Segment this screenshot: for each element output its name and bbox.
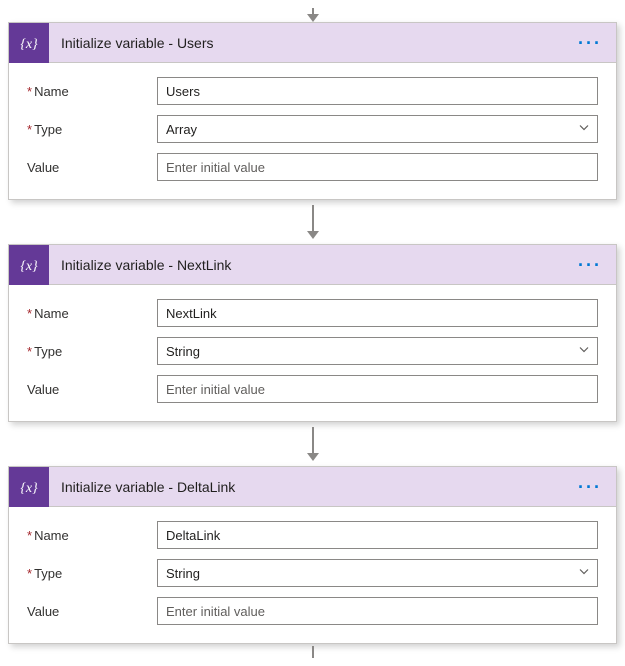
label-type: *Type [27, 344, 157, 359]
card-title: Initialize variable - DeltaLink [49, 479, 574, 495]
label-value: Value [27, 382, 157, 397]
type-select[interactable] [157, 337, 598, 365]
svg-text:{x}: {x} [20, 259, 38, 274]
value-input[interactable] [157, 597, 598, 625]
card-menu-button[interactable]: ··· [574, 474, 606, 500]
label-value: Value [27, 160, 157, 175]
label-type: *Type [27, 566, 157, 581]
card-body: *Name *Type Value [9, 285, 616, 421]
variable-icon: {x} [9, 467, 49, 507]
action-card-users: {x} Initialize variable - Users ··· *Nam… [8, 22, 617, 200]
connector-incoming [8, 8, 617, 22]
value-input[interactable] [157, 375, 598, 403]
variable-icon: {x} [9, 245, 49, 285]
label-name: *Name [27, 84, 157, 99]
svg-text:{x}: {x} [20, 37, 38, 52]
card-menu-button[interactable]: ··· [574, 252, 606, 278]
type-select[interactable] [157, 559, 598, 587]
card-header[interactable]: {x} Initialize variable - DeltaLink ··· [9, 467, 616, 507]
label-value: Value [27, 604, 157, 619]
variable-icon: {x} [9, 23, 49, 63]
card-body: *Name *Type Value [9, 507, 616, 643]
connector-arrow [8, 422, 617, 466]
card-body: *Name *Type Value [9, 63, 616, 199]
card-title: Initialize variable - NextLink [49, 257, 574, 273]
svg-text:{x}: {x} [20, 481, 38, 496]
name-input[interactable] [157, 299, 598, 327]
label-name: *Name [27, 306, 157, 321]
connector-outgoing [8, 644, 617, 658]
action-card-nextlink: {x} Initialize variable - NextLink ··· *… [8, 244, 617, 422]
label-name: *Name [27, 528, 157, 543]
name-input[interactable] [157, 521, 598, 549]
card-header[interactable]: {x} Initialize variable - Users ··· [9, 23, 616, 63]
label-type: *Type [27, 122, 157, 137]
action-card-deltalink: {x} Initialize variable - DeltaLink ··· … [8, 466, 617, 644]
connector-arrow [8, 200, 617, 244]
card-header[interactable]: {x} Initialize variable - NextLink ··· [9, 245, 616, 285]
type-select[interactable] [157, 115, 598, 143]
name-input[interactable] [157, 77, 598, 105]
card-title: Initialize variable - Users [49, 35, 574, 51]
card-menu-button[interactable]: ··· [574, 30, 606, 56]
value-input[interactable] [157, 153, 598, 181]
